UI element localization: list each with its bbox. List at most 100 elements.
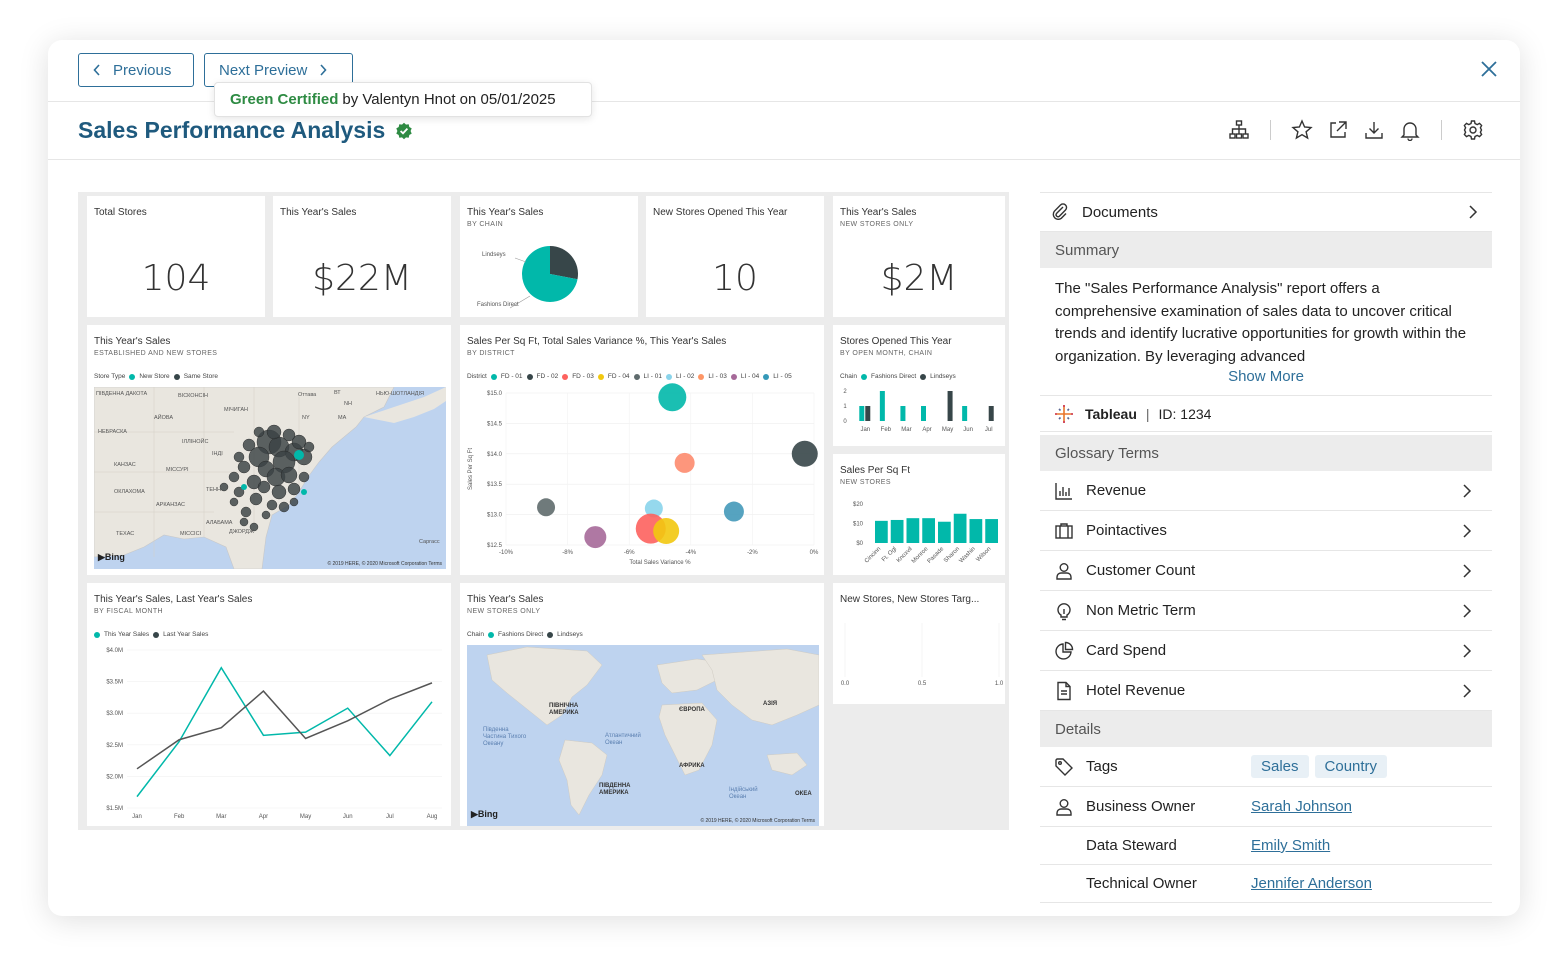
kpi-value: 104	[141, 258, 211, 299]
kpi-value: $22M	[312, 258, 412, 299]
star-icon[interactable]	[1291, 119, 1313, 141]
paperclip-icon	[1052, 203, 1068, 220]
glossary-label: Pointactives	[1086, 522, 1167, 539]
tag-chip[interactable]: Country	[1314, 755, 1388, 778]
glossary-item-hotel-revenue[interactable]: Hotel Revenue	[1040, 671, 1492, 711]
summary-text: The "Sales Performance Analysis" report …	[1055, 280, 1467, 365]
x-tick-label: Feb	[881, 427, 892, 433]
glossary-item-non-metric-term[interactable]: Non Metric Term	[1040, 591, 1492, 631]
us-map-tile: This Year's Sales ESTABLISHED AND NEW ST…	[87, 325, 451, 575]
bar	[985, 519, 998, 543]
map-place-label: ІНДІ	[212, 451, 223, 457]
show-more-link[interactable]: Show More	[1040, 366, 1492, 396]
y-tick-label: $14.0	[487, 452, 503, 458]
store-dot	[242, 438, 256, 452]
kpi-new-store-sales: This Year's Sales NEW STORES ONLY $2M	[833, 196, 1005, 317]
tile-title: This Year's Sales	[840, 207, 917, 218]
lightbulb-icon	[1057, 602, 1071, 620]
details-panel: Documents Summary The "Sales Performance…	[1040, 192, 1492, 916]
map-place-label: НЬЮ-ШОТЛАНДІЯ	[376, 391, 425, 397]
kpi-value: $2M	[880, 258, 958, 299]
certification-tooltip: Green Certified by Valentyn Hnot on 05/0…	[214, 82, 592, 117]
glossary-item-pointactives[interactable]: Pointactives	[1040, 511, 1492, 551]
glossary-item-card-spend[interactable]: Card Spend	[1040, 631, 1492, 671]
chevron-right-icon	[1463, 563, 1472, 578]
business-owner-link[interactable]: Sarah Johnson	[1251, 798, 1352, 815]
bar	[938, 521, 951, 543]
x-tick-label: Washin	[959, 546, 977, 564]
x-tick-label: Aug	[427, 814, 438, 820]
chevron-right-icon	[1463, 603, 1472, 618]
x-tick-label: Wilson	[976, 546, 993, 563]
x-tick-label: 0.5	[918, 681, 927, 687]
bell-icon[interactable]	[1399, 119, 1421, 141]
bubble-chart-tile: Sales Per Sq Ft, Total Sales Variance %,…	[460, 325, 824, 575]
data-steward-link[interactable]: Emily Smith	[1251, 837, 1330, 854]
chevron-right-icon	[320, 64, 327, 76]
download-icon[interactable]	[1363, 119, 1385, 141]
lineage-icon[interactable]	[1228, 119, 1250, 141]
bar	[906, 518, 920, 543]
map-place-label: АЙОВА	[154, 415, 174, 421]
y-tick-label: $1.5M	[106, 806, 123, 812]
x-tick-label: -4%	[685, 550, 696, 556]
line-chart: $4.0M $3.5M $3.0M $2.5M $2.0M $1.5M Jan Feb Mar A…	[106, 648, 442, 820]
map-place-label: ОКЛАХОМА	[114, 489, 145, 495]
x-tick-label: -10%	[499, 550, 514, 556]
y-tick-label: $13.0	[487, 513, 503, 519]
store-dot	[289, 497, 299, 507]
technical-owner-row: Technical Owner Jennifer Anderson	[1040, 865, 1492, 903]
store-dot	[287, 482, 301, 496]
store-dot	[266, 499, 278, 511]
bar	[859, 406, 865, 421]
y-tick-label: $10	[853, 522, 864, 528]
previous-button[interactable]: Previous	[78, 53, 194, 87]
certified-check-icon	[396, 122, 412, 139]
tag-icon	[1055, 757, 1073, 776]
world-legend: Chain Fashions Direct Lindseys	[467, 631, 583, 638]
store-dot	[229, 497, 239, 507]
glossary-item-customer-count[interactable]: Customer Count	[1040, 551, 1492, 591]
user-icon	[1056, 798, 1072, 816]
y-tick-label: 2	[843, 389, 847, 395]
tag-chip[interactable]: Sales	[1251, 755, 1309, 778]
bar-chart-icon	[1055, 482, 1072, 500]
technical-owner-link[interactable]: Jennifer Anderson	[1251, 875, 1372, 892]
partial-row: ✳ Fr 1855	[1040, 903, 1492, 916]
source-separator: |	[1145, 405, 1150, 422]
x-tick-label: Feb	[174, 814, 185, 820]
source-id: ID: 1234	[1158, 405, 1212, 422]
y-axis-title: Sales Per Sq Ft	[468, 448, 474, 490]
close-icon[interactable]	[1478, 58, 1500, 80]
line-chart-tile: This Year's Sales, Last Year's Sales BY …	[87, 583, 451, 826]
y-tick-label: 1	[843, 404, 847, 410]
map-place-label: ДЖОРДЖ	[229, 529, 255, 535]
store-dot	[219, 482, 229, 492]
map-place-label: ТЕХАС	[116, 531, 135, 537]
technical-owner-label: Technical Owner	[1086, 875, 1197, 892]
gear-icon[interactable]	[1462, 119, 1484, 141]
store-dot	[280, 466, 298, 484]
tile-title: This Year's Sales	[94, 336, 171, 347]
store-dot	[282, 428, 296, 442]
share-icon[interactable]	[1327, 119, 1349, 141]
bar	[969, 519, 983, 543]
partial-row-value: 1855	[1243, 915, 1276, 916]
preview-card: Previous Next Preview Green Certified by…	[48, 40, 1520, 916]
documents-label: Documents	[1082, 203, 1158, 221]
target-tile: New Stores, New Stores Targ... 0.0 0.5 1.0	[833, 583, 1005, 704]
x-tick-label: Sharon	[943, 546, 961, 564]
map-copyright: © 2019 HERE, © 2020 Microsoft Corporatio…	[327, 561, 442, 567]
chevron-right-icon	[1463, 483, 1472, 498]
new-store-dot	[301, 489, 307, 495]
documents-row[interactable]: Documents	[1040, 192, 1492, 232]
series-line	[136, 666, 433, 798]
legend-swatch	[173, 373, 180, 380]
tile-subtitle: ESTABLISHED AND NEW STORES	[94, 350, 218, 357]
map-place-label: ПІВНІЧНА АМЕРИКА	[549, 703, 579, 716]
sales-sqft-chart: $20$10$0CincinnFt. OglKnoxvilMonroePasad…	[853, 502, 998, 565]
bing-label: Bing	[104, 552, 125, 562]
glossary-item-revenue[interactable]: Revenue	[1040, 471, 1492, 511]
x-tick-label: Jan	[860, 427, 870, 433]
y-tick-label: $12.5	[487, 543, 503, 549]
